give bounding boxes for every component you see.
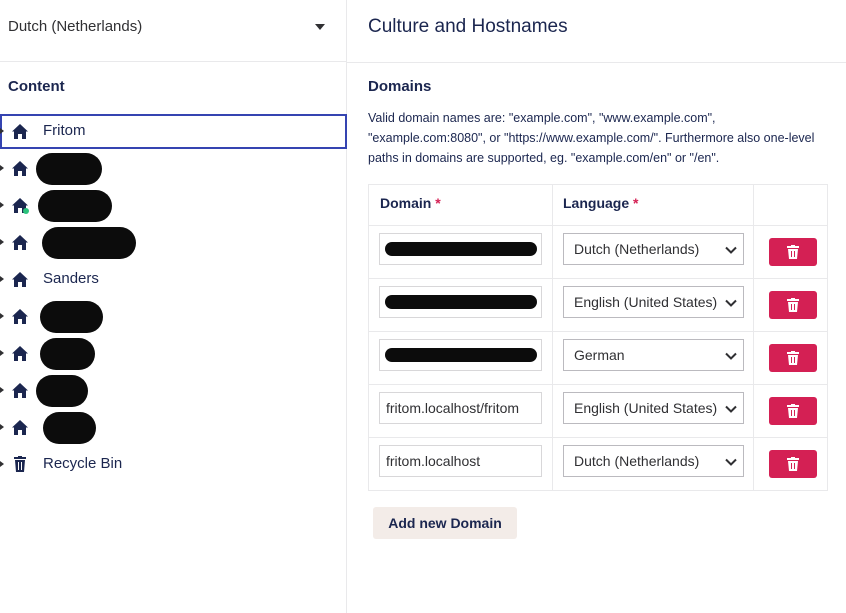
column-header-label: Language xyxy=(563,195,630,211)
delete-domain-button[interactable] xyxy=(769,450,817,478)
content-section-title: Content xyxy=(8,78,65,95)
required-mark: * xyxy=(435,195,441,211)
trash-icon xyxy=(787,298,799,312)
redaction-scribble xyxy=(36,375,88,407)
delete-domain-button[interactable] xyxy=(769,291,817,319)
add-new-domain-button[interactable]: Add new Domain xyxy=(373,507,517,539)
home-icon xyxy=(12,383,28,398)
delete-domain-button[interactable] xyxy=(769,397,817,425)
tree-item-redacted[interactable] xyxy=(0,151,346,186)
expand-arrow-icon[interactable] xyxy=(0,276,4,282)
delete-domain-button[interactable] xyxy=(769,238,817,266)
language-select[interactable]: German xyxy=(563,339,744,371)
expand-arrow-icon[interactable] xyxy=(0,461,4,467)
table-row: fritom.localhost Dutch (Netherlands) xyxy=(369,438,827,491)
redaction-scribble xyxy=(43,412,96,444)
domains-section-title: Domains xyxy=(368,78,432,95)
domains-description: Valid domain names are: "example.com", "… xyxy=(368,111,815,165)
redaction-scribble xyxy=(385,348,537,362)
home-icon xyxy=(12,309,28,324)
delete-domain-button[interactable] xyxy=(769,344,817,372)
expand-arrow-icon[interactable] xyxy=(0,239,4,245)
language-select-value: Dutch (Netherlands) xyxy=(574,241,700,257)
expand-arrow-icon[interactable] xyxy=(0,128,4,134)
trash-icon xyxy=(787,404,799,418)
redaction-scribble xyxy=(385,242,537,256)
culture-select[interactable]: Dutch (Netherlands) xyxy=(0,0,346,62)
expand-arrow-icon[interactable] xyxy=(0,202,4,208)
content-tree-panel: Dutch (Netherlands) Content Fritom Sande… xyxy=(0,0,347,613)
domain-input[interactable]: fritom.localhost/fritom xyxy=(379,392,542,424)
chevron-down-icon xyxy=(725,299,737,307)
tree-item-redacted[interactable] xyxy=(0,188,346,223)
language-select[interactable]: English (United States) xyxy=(563,392,744,424)
page-title: Culture and Hostnames xyxy=(368,16,568,37)
language-select-value: English (United States) xyxy=(574,400,718,416)
tree-item-redacted[interactable] xyxy=(0,299,346,334)
home-icon xyxy=(12,161,28,176)
tree-item-fritom[interactable]: Fritom xyxy=(0,114,347,149)
required-mark: * xyxy=(633,195,639,211)
expand-arrow-icon[interactable] xyxy=(0,165,4,171)
domain-input[interactable] xyxy=(379,286,542,318)
tree-item-label: Fritom xyxy=(43,122,86,139)
language-select[interactable]: Dutch (Netherlands) xyxy=(563,233,744,265)
redaction-scribble xyxy=(385,295,537,309)
tree-item-recycle-bin[interactable]: Recycle Bin xyxy=(0,447,346,482)
redaction-scribble xyxy=(38,190,112,222)
domain-input[interactable] xyxy=(379,233,542,265)
tree-item-label: Sanders xyxy=(43,270,99,287)
home-icon xyxy=(12,420,28,435)
table-row: Dutch (Netherlands) xyxy=(369,226,827,279)
table-row: German xyxy=(369,332,827,385)
trash-icon xyxy=(787,351,799,365)
language-select-value: English (United States) xyxy=(574,294,718,310)
home-icon xyxy=(12,272,28,287)
domains-table: Domain * Language * Dutch (Netherlands) … xyxy=(368,184,828,491)
language-select[interactable]: English (United States) xyxy=(563,286,744,318)
tree-item-redacted[interactable] xyxy=(0,373,346,408)
chevron-down-icon xyxy=(725,458,737,466)
tree-item-redacted[interactable] xyxy=(0,410,346,445)
trash-icon xyxy=(787,457,799,471)
tree-item-redacted[interactable] xyxy=(0,336,346,371)
redaction-scribble xyxy=(36,153,102,185)
trash-icon xyxy=(14,456,26,472)
column-header-domain: Domain * xyxy=(380,195,441,211)
table-row: English (United States) xyxy=(369,279,827,332)
domain-input[interactable]: fritom.localhost xyxy=(379,445,542,477)
chevron-down-icon xyxy=(725,352,737,360)
language-select-value: Dutch (Netherlands) xyxy=(574,453,700,469)
header-divider xyxy=(347,62,846,63)
redaction-scribble xyxy=(42,227,136,259)
tree-item-sanders[interactable]: Sanders xyxy=(0,262,346,297)
tree-item-redacted[interactable] xyxy=(0,225,346,260)
redaction-scribble xyxy=(40,338,95,370)
domain-input[interactable] xyxy=(379,339,542,371)
column-header-label: Domain xyxy=(380,195,432,211)
chevron-down-icon xyxy=(725,246,737,254)
language-select[interactable]: Dutch (Netherlands) xyxy=(563,445,744,477)
expand-arrow-icon[interactable] xyxy=(0,424,4,430)
trash-icon xyxy=(787,245,799,259)
redaction-scribble xyxy=(40,301,103,333)
expand-arrow-icon[interactable] xyxy=(0,350,4,356)
chevron-down-icon xyxy=(725,405,737,413)
expand-arrow-icon[interactable] xyxy=(0,387,4,393)
caret-down-icon xyxy=(315,24,325,30)
culture-select-value: Dutch (Netherlands) xyxy=(8,18,143,35)
table-row: fritom.localhost/fritom English (United … xyxy=(369,385,827,438)
home-icon xyxy=(12,235,28,250)
language-select-value: German xyxy=(574,347,625,363)
home-add-icon xyxy=(12,198,29,214)
column-header-language: Language * xyxy=(563,195,638,211)
home-icon xyxy=(12,346,28,361)
expand-arrow-icon[interactable] xyxy=(0,313,4,319)
tree-item-label: Recycle Bin xyxy=(43,455,123,472)
home-icon xyxy=(12,124,28,139)
